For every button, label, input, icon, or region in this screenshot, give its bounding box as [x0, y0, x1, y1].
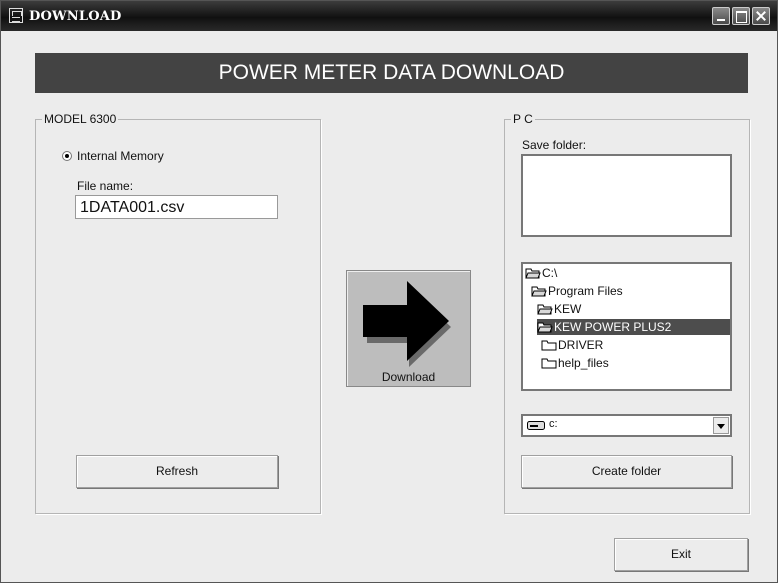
- drive-select[interactable]: c:: [521, 414, 732, 437]
- open-folder-icon: [537, 322, 553, 333]
- folder-icon: [541, 340, 557, 351]
- tree-item-label: KEW POWER PLUS2: [554, 320, 672, 334]
- minimize-button[interactable]: [712, 7, 730, 25]
- internal-memory-label[interactable]: Internal Memory: [77, 149, 164, 163]
- tree-item-label: help_files: [558, 356, 609, 370]
- drive-icon: [527, 421, 545, 430]
- refresh-button[interactable]: Refresh: [76, 455, 278, 488]
- create-folder-button[interactable]: Create folder: [521, 455, 732, 488]
- save-folder-label: Save folder:: [522, 138, 587, 152]
- open-folder-icon: [525, 268, 541, 279]
- folder-tree[interactable]: C:\ Program Files KEW KEW POWER PLUS2 DR…: [521, 262, 732, 391]
- window-title: DOWNLOAD: [29, 9, 122, 24]
- download-window: DOWNLOAD POWER METER DATA DOWNLOAD MODEL…: [0, 0, 778, 583]
- open-folder-icon: [537, 304, 553, 315]
- file-name-label: File name:: [77, 179, 134, 193]
- open-folder-icon: [531, 286, 547, 297]
- tree-item-label: KEW: [554, 302, 582, 316]
- exit-button[interactable]: Exit: [614, 538, 748, 571]
- maximize-button[interactable]: [732, 7, 750, 25]
- file-name-field[interactable]: 1DATA001.csv: [75, 195, 278, 219]
- download-label: Download: [381, 370, 436, 384]
- tree-item-label: Program Files: [548, 284, 623, 298]
- tree-item-label: DRIVER: [558, 338, 604, 352]
- save-folder-field[interactable]: [521, 154, 732, 237]
- title-bar[interactable]: DOWNLOAD: [1, 1, 777, 31]
- app-icon[interactable]: [9, 8, 23, 23]
- download-button[interactable]: Download: [346, 270, 471, 387]
- tree-item-kew-power-plus2[interactable]: KEW POWER PLUS2: [537, 319, 730, 335]
- close-button[interactable]: [752, 7, 770, 25]
- tree-item-label: C:\: [542, 266, 558, 280]
- arrow-right-icon: [363, 281, 451, 367]
- page-title: POWER METER DATA DOWNLOAD: [35, 53, 748, 93]
- model-group-legend: MODEL 6300: [42, 112, 119, 126]
- internal-memory-radio[interactable]: [62, 151, 72, 161]
- folder-icon: [541, 358, 557, 369]
- pc-group-legend: P C: [511, 112, 535, 126]
- drive-value: c:: [549, 418, 558, 430]
- chevron-down-icon[interactable]: [713, 417, 729, 434]
